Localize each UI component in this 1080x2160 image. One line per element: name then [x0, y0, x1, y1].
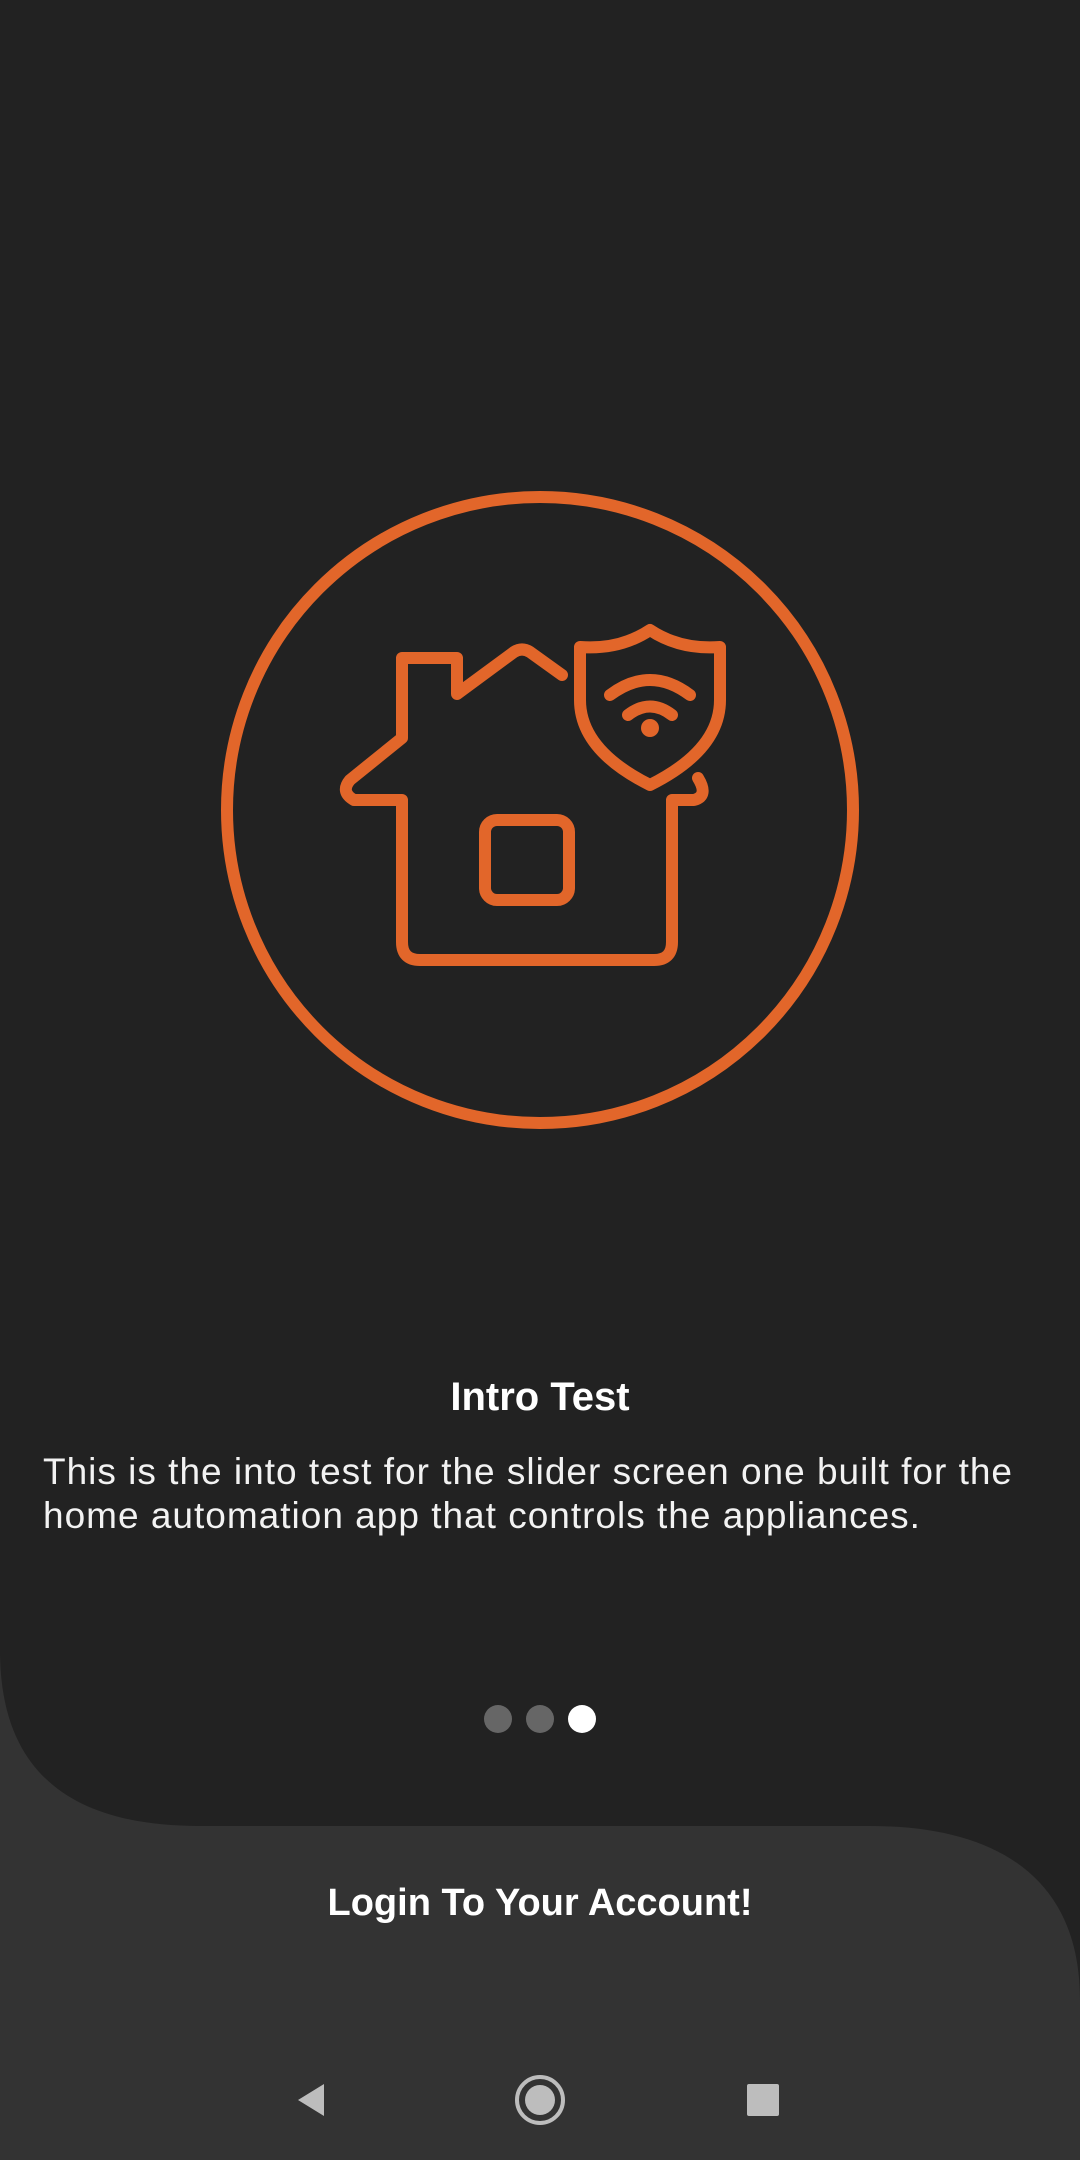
page-indicator[interactable]: [0, 1705, 1080, 1735]
home-button[interactable]: [500, 2060, 580, 2140]
home-icon: [515, 2075, 565, 2125]
system-navigation-bar: [0, 2040, 1080, 2160]
back-button[interactable]: [272, 2060, 352, 2140]
back-icon: [298, 2084, 324, 2116]
login-button[interactable]: Login To Your Account!: [0, 1878, 1080, 1928]
page-dot-3-active[interactable]: [568, 1705, 596, 1733]
recents-icon: [747, 2084, 779, 2116]
slide-title: Intro Test: [450, 1375, 630, 1419]
onboarding-screen: Intro Test This is the into test for the…: [0, 0, 1080, 2160]
recents-button[interactable]: [723, 2060, 803, 2140]
page-dot-1[interactable]: [484, 1705, 512, 1733]
slide-description: This is the into test for the slider scr…: [43, 1451, 1014, 1536]
page-dot-2[interactable]: [526, 1705, 554, 1733]
smart-home-security-icon: [221, 491, 859, 1129]
